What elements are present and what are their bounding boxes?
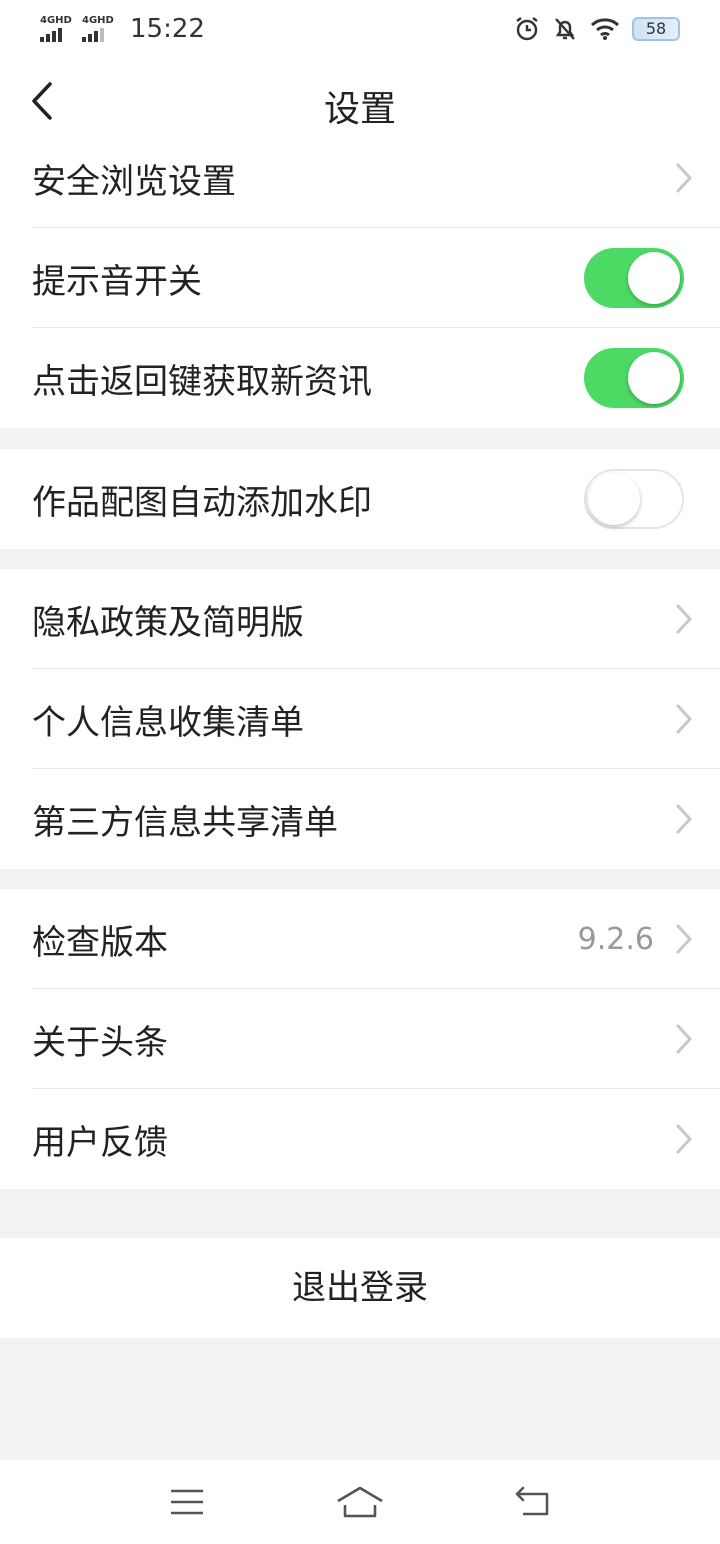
chevron-right-icon (676, 704, 692, 734)
version-value: 9.2.6 (577, 921, 654, 957)
menu-icon (170, 1489, 203, 1515)
row-label: 隐私政策及简明版 (32, 602, 304, 643)
chevron-right-icon (676, 804, 692, 834)
home-button[interactable] (330, 1482, 390, 1522)
signal-icon-2: 4GHD (82, 16, 116, 42)
settings-group-general: 安全浏览设置 提示音开关 点击返回键获取新资讯 (0, 128, 720, 428)
chevron-right-icon (676, 1024, 692, 1054)
chevron-right-icon (676, 1124, 692, 1154)
toggle-knob (628, 352, 680, 404)
toggle-knob (628, 252, 680, 304)
row-check-version[interactable]: 检查版本 9.2.6 (0, 889, 720, 989)
row-label: 关于头条 (32, 1022, 168, 1063)
mute-bell-icon (555, 18, 575, 40)
chevron-right-icon (676, 924, 692, 954)
settings-group-privacy: 隐私政策及简明版 个人信息收集清单 第三方信息共享清单 (0, 569, 720, 869)
row-label: 第三方信息共享清单 (32, 802, 338, 843)
row-personal-info-list[interactable]: 个人信息收集清单 (0, 669, 720, 769)
alarm-icon (516, 17, 538, 41)
row-label: 个人信息收集清单 (32, 702, 304, 743)
row-sound-toggle: 提示音开关 (0, 228, 720, 328)
row-feedback[interactable]: 用户反馈 (0, 1089, 720, 1189)
battery-indicator: 58 (632, 17, 680, 41)
row-label: 点击返回键获取新资讯 (32, 361, 372, 402)
page-title: 设置 (323, 89, 396, 130)
home-icon (337, 1486, 383, 1518)
row-watermark-toggle: 作品配图自动添加水印 (0, 449, 720, 549)
row-privacy-policy[interactable]: 隐私政策及简明版 (0, 569, 720, 669)
logout-button[interactable]: 退出登录 (0, 1238, 720, 1338)
system-nav-bar (0, 1460, 720, 1544)
watermark-toggle-switch[interactable] (584, 469, 684, 529)
network-type-2: 4GHD (82, 15, 114, 26)
settings-group-about: 检查版本 9.2.6 关于头条 用户反馈 (0, 889, 720, 1189)
row-label: 提示音开关 (32, 261, 202, 302)
row-about[interactable]: 关于头条 (0, 989, 720, 1089)
row-safe-browsing[interactable]: 安全浏览设置 (0, 128, 720, 228)
clock: 15:22 (130, 14, 205, 44)
row-label: 检查版本 (32, 922, 168, 963)
status-left: 4GHD 4GHD 15:22 (40, 14, 205, 44)
row-back-refresh-toggle: 点击返回键获取新资讯 (0, 328, 720, 428)
chevron-right-icon (676, 163, 692, 193)
back-button-system[interactable] (503, 1482, 563, 1522)
row-third-party-sharing[interactable]: 第三方信息共享清单 (0, 769, 720, 869)
status-right: 58 (514, 16, 680, 42)
network-type: 4GHD (40, 15, 72, 26)
row-label: 安全浏览设置 (32, 161, 236, 202)
back-refresh-toggle-switch[interactable] (584, 348, 684, 408)
sound-toggle-switch[interactable] (584, 248, 684, 308)
settings-group-watermark: 作品配图自动添加水印 (0, 449, 720, 549)
row-label: 用户反馈 (32, 1122, 168, 1163)
chevron-right-icon (676, 604, 692, 634)
menu-button[interactable] (157, 1482, 217, 1522)
back-icon (516, 1486, 549, 1516)
toggle-knob (588, 473, 640, 525)
wifi-icon (590, 18, 620, 40)
status-bar: 4GHD 4GHD 15:22 58 (0, 0, 720, 58)
row-label: 作品配图自动添加水印 (32, 482, 372, 523)
signal-icon: 4GHD (40, 16, 74, 42)
